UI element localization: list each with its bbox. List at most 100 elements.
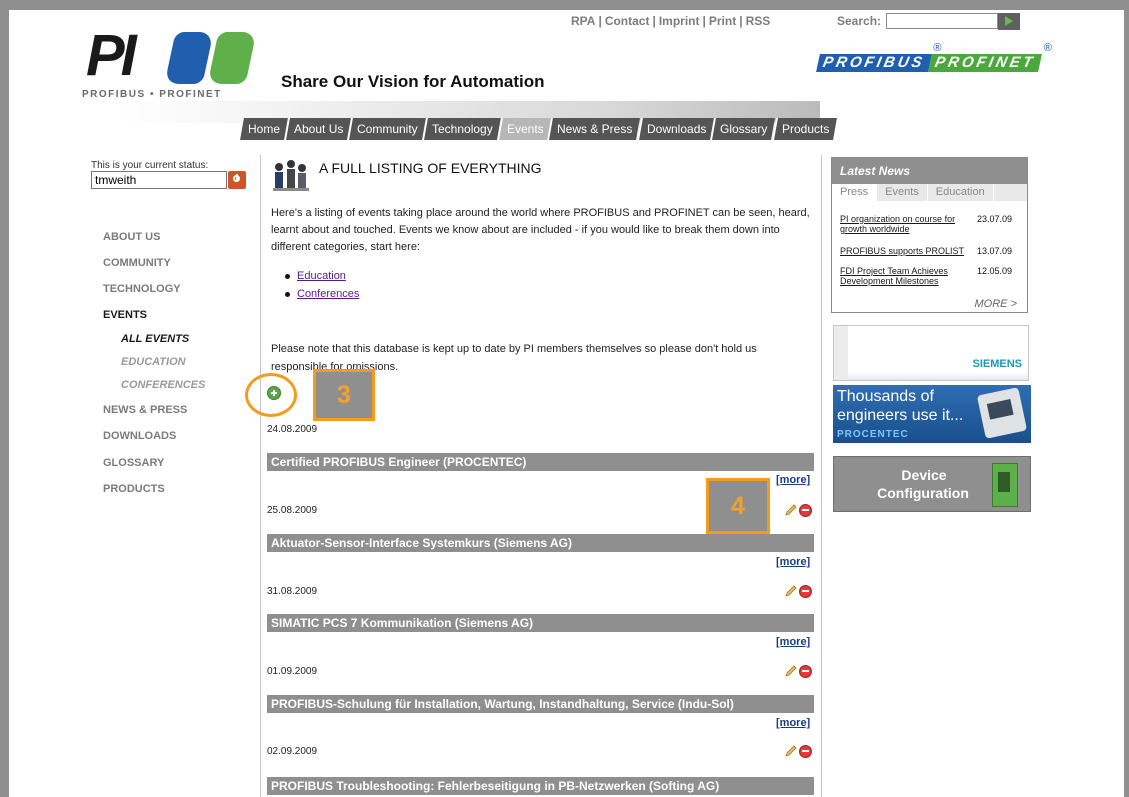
delete-icon[interactable] [799,585,812,598]
event-date: 01.09.2009 [267,666,318,677]
sidebar-item-events[interactable]: EVENTS [103,309,147,321]
callout-badge-3: 3 [313,369,375,421]
search-input[interactable] [886,13,998,29]
news-date: 12.05.09 [977,266,1013,276]
delete-icon[interactable] [799,504,812,517]
logo-blue-bar [164,32,214,84]
pi-logo[interactable]: PI PROFIBUS • PROFINET [80,23,258,100]
nav-tab-events[interactable]: Events [496,118,552,140]
siemens-ad-banner[interactable]: SIEMENS [833,325,1029,381]
ad-brand: PROCENTEC [837,429,909,440]
event-date: 31.08.2009 [267,586,318,597]
education-link[interactable]: Education [297,270,346,282]
nav-tab-news-press[interactable]: News & Press [547,118,641,140]
sidebar-item-conferences[interactable]: CONFERENCES [121,379,205,391]
sidebar-item-education[interactable]: EDUCATION [121,356,186,368]
content-divider-right [821,155,822,797]
pencil-icon[interactable] [784,503,798,517]
highlight-ring [245,373,297,417]
news-more-link[interactable]: MORE > [975,298,1017,310]
nav-tab-home[interactable]: Home [240,118,288,140]
pencil-icon[interactable] [784,664,798,678]
nav-tab-about-us[interactable]: About Us [284,118,352,140]
list-item: Conferences [283,285,359,303]
tab-education[interactable]: Education [928,184,994,201]
nav-tab-community[interactable]: Community [347,118,427,140]
status-input[interactable] [91,171,227,189]
pencil-icon[interactable] [784,744,798,758]
logo-subtitle: PROFIBUS • PROFINET [82,89,222,100]
event-more-link[interactable]: [more] [776,474,810,486]
latest-news-box: Latest News Press Events Education PI or… [831,157,1028,313]
logo-pi-text: PI [86,23,137,88]
event-title-bar: PROFIBUS Troubleshooting: Fehlerbeseitig… [267,777,814,795]
news-date: 13.07.09 [977,246,1013,256]
sidebar-item-all-events[interactable]: ALL EVENTS [121,333,189,345]
people-icon [273,160,309,191]
window-frame-right [1124,10,1129,797]
profinet-logo[interactable]: PROFINET ® [928,42,1052,72]
nav-tab-downloads[interactable]: Downloads [636,118,715,140]
nav-tab-technology[interactable]: Technology [422,118,501,140]
category-links: Education Conferences [283,267,359,303]
sidebar-item-downloads[interactable]: DOWNLOADS [103,430,176,442]
event-title-bar: Aktuator-Sensor-Interface Systemkurs (Si… [267,534,814,552]
contact-link[interactable]: Contact [605,14,650,28]
ad-headline: Thousands of [837,388,934,405]
event-title-bar: PROFIBUS-Schulung für Installation, Wart… [267,695,814,713]
rss-link[interactable]: RSS [746,14,771,28]
logo-green-bar [207,32,257,84]
tab-events[interactable]: Events [877,184,928,201]
devconf-label-2: Configuration [877,485,969,501]
list-item: Education [283,267,359,285]
sidebar-item-technology[interactable]: TECHNOLOGY [103,283,181,295]
conferences-link[interactable]: Conferences [297,288,359,300]
callout-badge-4: 4 [706,478,770,534]
event-more-link[interactable]: [more] [776,717,810,729]
latest-news-title: Latest News [832,158,1027,184]
print-link[interactable]: Print [709,14,736,28]
logout-button[interactable] [228,171,246,189]
rpa-link[interactable]: RPA [571,14,595,28]
content-divider-left [260,155,261,797]
event-date: 25.08.2009 [267,505,318,516]
device-configuration-banner[interactable]: Device Configuration [833,456,1031,512]
sidebar-item-about-us[interactable]: ABOUT US [103,231,160,243]
tagline: Share Our Vision for Automation [281,72,545,91]
imprint-link[interactable]: Imprint [659,14,700,28]
main-nav: Home About Us Community Technology Event… [240,118,837,140]
device-module-icon [992,463,1018,507]
pencil-icon[interactable] [784,584,798,598]
profibus-logo-text: PROFIBUS [816,54,932,72]
sidebar-item-products[interactable]: PRODUCTS [103,483,165,495]
event-title-bar: Certified PROFIBUS Engineer (PROCENTEC) [267,453,814,471]
news-link[interactable]: PI organization on course for growth wor… [840,214,976,234]
sidebar-item-glossary[interactable]: GLOSSARY [103,457,164,469]
event-more-link[interactable]: [more] [776,556,810,568]
search-button[interactable] [998,13,1020,30]
profinet-logo-text: PROFINET [928,54,1042,72]
procentec-ad-banner[interactable]: Thousands of engineers use it... PROCENT… [833,385,1031,443]
event-date: 02.09.2009 [267,746,318,757]
delete-icon[interactable] [799,745,812,758]
play-arrow-icon [1005,16,1013,26]
nav-tab-glossary[interactable]: Glossary [710,118,776,140]
utility-links: RPA | Contact | Imprint | Print | RSS [571,14,771,28]
search-label: Search: [837,14,882,28]
news-link[interactable]: FDI Project Team Achieves Development Mi… [840,266,976,286]
event-title-bar: SIMATIC PCS 7 Kommunikation (Siemens AG) [267,614,814,632]
event-more-link[interactable]: [more] [776,636,810,648]
siemens-logo-text: SIEMENS [972,358,1022,370]
window-frame-left [0,10,9,797]
sidebar-item-news-press[interactable]: NEWS & PRESS [103,404,187,416]
news-date: 23.07.09 [977,214,1013,224]
profibus-logo[interactable]: PROFIBUS ® [816,42,942,72]
news-link[interactable]: PROFIBUS supports PROLIST [840,246,976,256]
sidebar-item-community[interactable]: COMMUNITY [103,257,171,269]
status-label: This is your current status: [91,160,209,171]
nav-tab-products[interactable]: Products [771,118,837,140]
tab-press[interactable]: Press [832,184,878,201]
delete-icon[interactable] [799,665,812,678]
event-date: 24.08.2009 [267,424,318,435]
ad-headline-2: engineers use it... [837,407,964,424]
